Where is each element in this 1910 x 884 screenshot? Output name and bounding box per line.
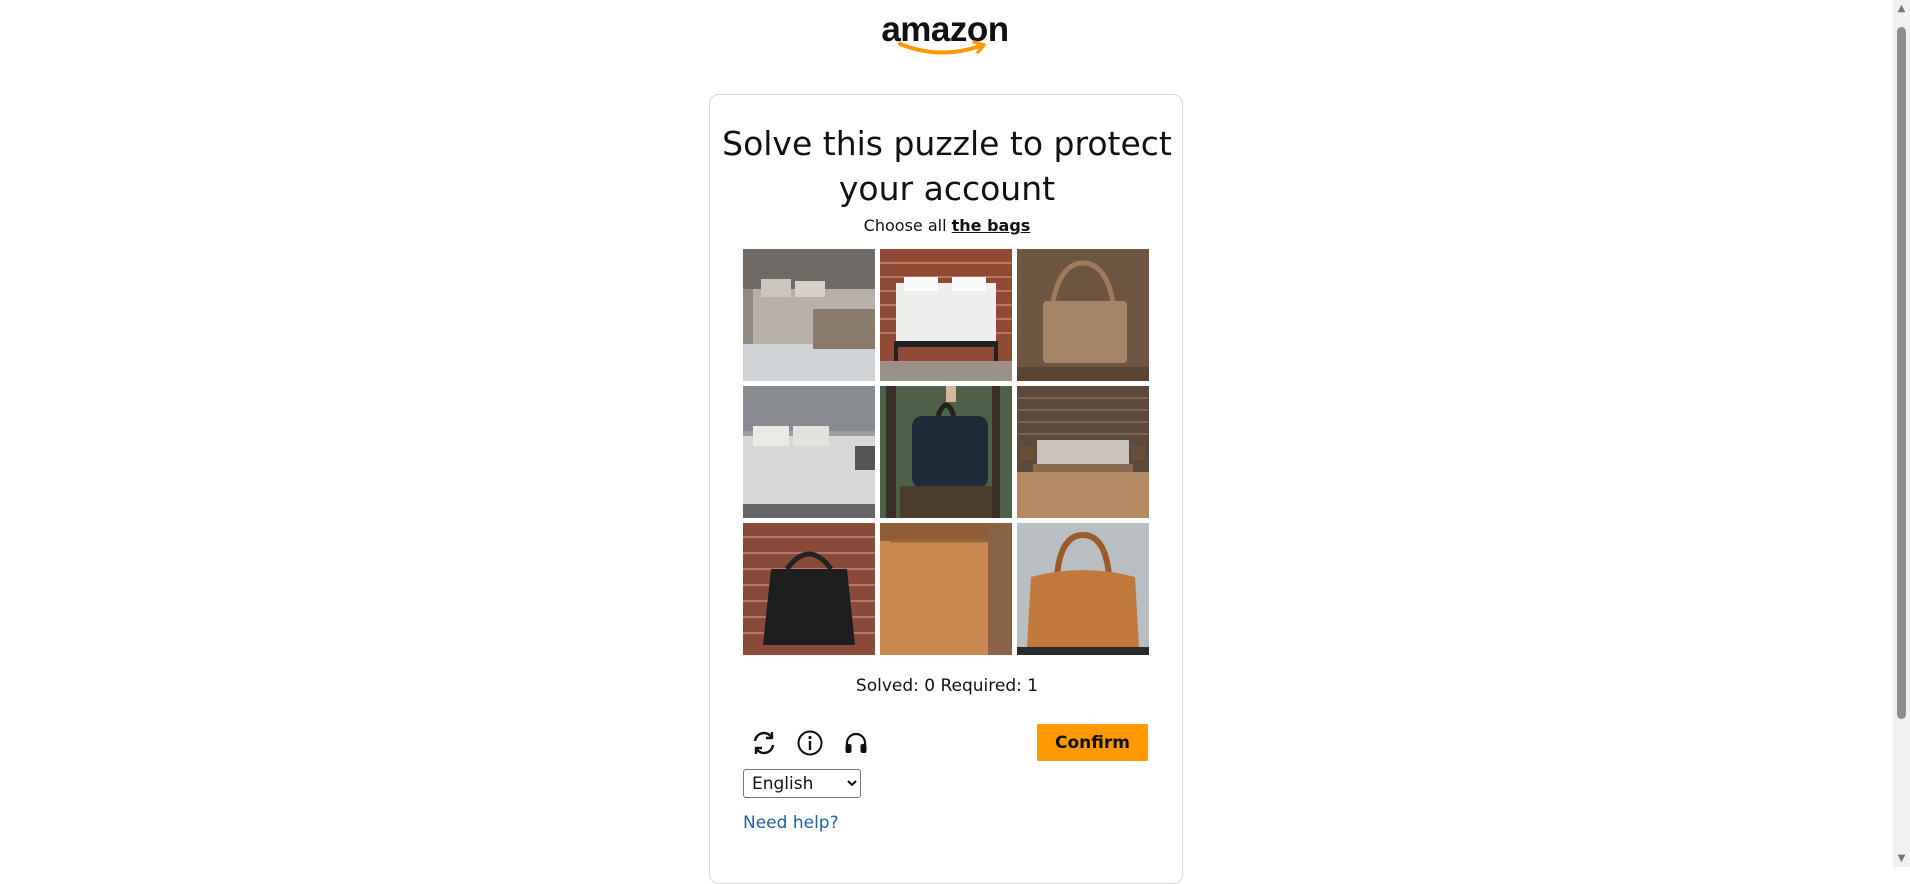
tile-9[interactable] — [1017, 523, 1149, 655]
confirm-button[interactable]: Confirm — [1037, 724, 1148, 761]
puzzle-card: Solve this puzzle to protect your accoun… — [709, 94, 1183, 884]
audio-icon[interactable] — [840, 727, 872, 759]
instruction-prefix: Choose all — [863, 216, 947, 235]
smile-arrow-icon — [898, 40, 986, 55]
instruction: Choose all the bags — [710, 216, 1184, 235]
refresh-icon[interactable] — [748, 727, 780, 759]
tile-7[interactable] — [743, 523, 875, 655]
language-select[interactable]: English — [743, 769, 861, 798]
captcha-tools — [748, 727, 872, 761]
tile-2[interactable] — [880, 249, 1012, 381]
vertical-scrollbar[interactable]: ▲ ▼ — [1893, 0, 1910, 867]
tile-3[interactable] — [1017, 249, 1149, 381]
tile-4[interactable] — [743, 386, 875, 518]
tile-1[interactable] — [743, 249, 875, 381]
need-help-link[interactable]: Need help? — [743, 813, 839, 833]
instruction-target: the bags — [951, 216, 1031, 235]
amazon-logo: amazon — [880, 10, 1010, 60]
tile-8[interactable] — [880, 523, 1012, 655]
image-grid — [743, 249, 1149, 655]
puzzle-title: Solve this puzzle to protect your accoun… — [722, 124, 1172, 208]
solved-status: Solved: 0 Required: 1 — [855, 676, 1039, 696]
tile-6[interactable] — [1017, 386, 1149, 518]
scrollbar-thumb[interactable] — [1897, 27, 1906, 719]
info-icon[interactable] — [794, 727, 826, 759]
tile-5[interactable] — [880, 386, 1012, 518]
scroll-down-arrow-icon[interactable]: ▼ — [1893, 850, 1910, 867]
scroll-up-arrow-icon[interactable]: ▲ — [1893, 0, 1910, 17]
